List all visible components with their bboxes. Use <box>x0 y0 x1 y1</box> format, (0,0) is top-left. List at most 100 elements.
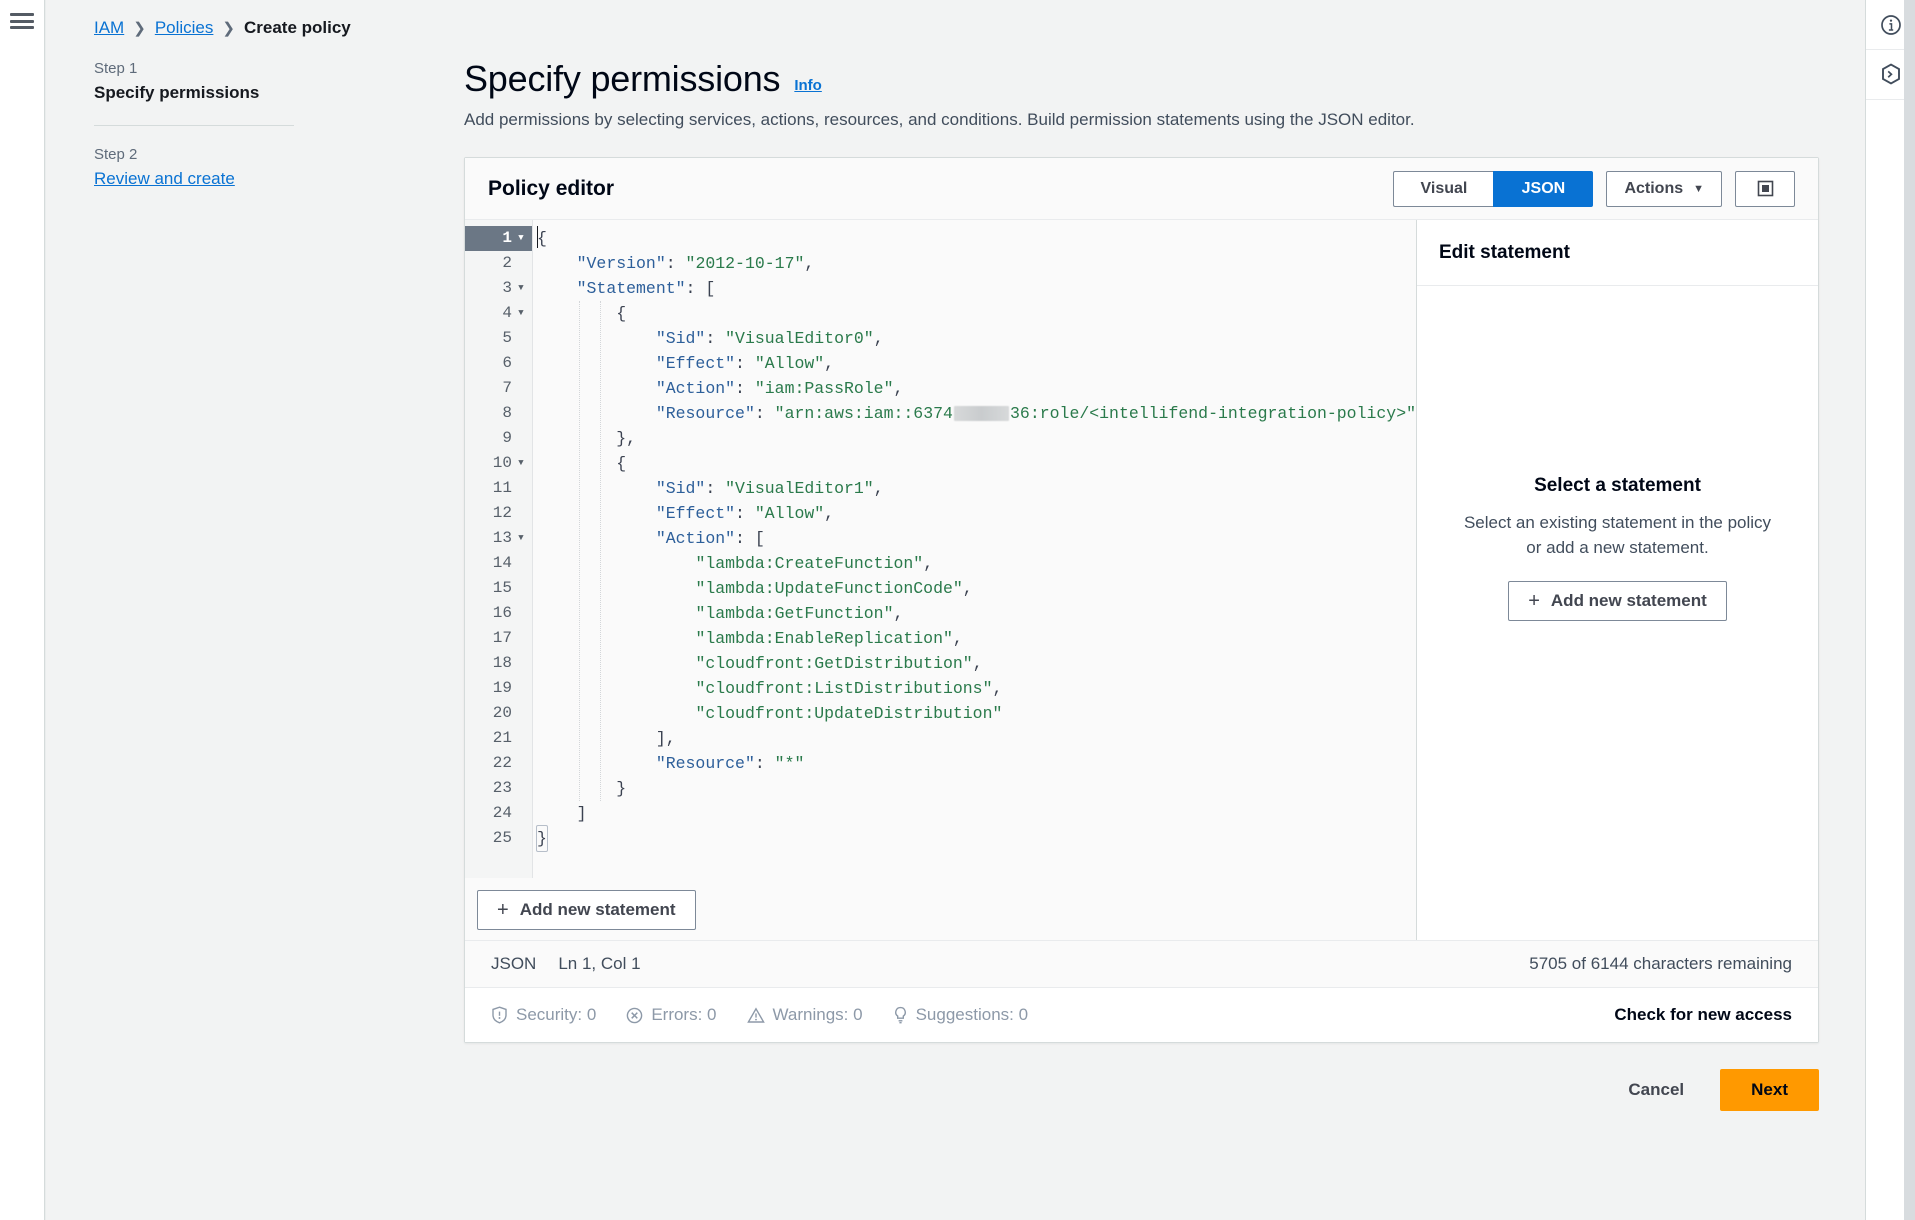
code-line[interactable]: "Resource": "*" <box>533 751 1416 776</box>
gutter-line[interactable]: 23▼ <box>465 776 532 801</box>
validation-warnings[interactable]: Warnings: 0 <box>746 1005 863 1025</box>
gutter-line[interactable]: 13 ▼ <box>465 526 532 551</box>
gutter-line[interactable]: 12▼ <box>465 501 532 526</box>
code-line[interactable]: ], <box>533 726 1416 751</box>
code-token-str: "Allow" <box>754 504 825 523</box>
fullscreen-button[interactable] <box>1735 170 1795 207</box>
step-2-title[interactable]: Review and create <box>94 169 344 189</box>
code-line[interactable]: "Action": "iam:PassRole", <box>533 376 1416 401</box>
gutter-line[interactable]: 4 ▼ <box>465 301 532 326</box>
code-line[interactable]: "Resource": "arn:aws:iam::6374 36:role/<i… <box>533 401 1416 426</box>
code-line[interactable]: { <box>533 451 1416 476</box>
check-for-new-access-link[interactable]: Check for new access <box>1614 1005 1792 1025</box>
line-number-gutter[interactable]: 1▼2▼3▼4▼5▼6▼7▼8▼9▼10▼11▼12▼13▼14▼15▼16▼1… <box>465 220 533 878</box>
gutter-line[interactable]: 14▼ <box>465 551 532 576</box>
code-line[interactable]: "Effect": "Allow", <box>533 501 1416 526</box>
gutter-line[interactable]: 22▼ <box>465 751 532 776</box>
code-token-key: "Sid" <box>655 479 706 498</box>
code-token-punc: , <box>804 254 815 273</box>
code-line[interactable]: "Statement": [ <box>533 276 1416 301</box>
info-link[interactable]: Info <box>794 77 822 100</box>
edit-statement-title: Edit statement <box>1439 241 1570 263</box>
validation-security[interactable]: Security: 0 <box>491 1005 596 1025</box>
code-fold-arrow-icon[interactable]: ▼ <box>516 301 526 326</box>
validation-errors-label: Errors: 0 <box>651 1005 717 1024</box>
gutter-line[interactable]: 15▼ <box>465 576 532 601</box>
fullscreen-icon <box>1757 180 1773 197</box>
gutter-line[interactable]: 11▼ <box>465 476 532 501</box>
code-line[interactable]: "cloudfront:UpdateDistribution" <box>533 701 1416 726</box>
code-token-punc: : [ <box>685 279 716 298</box>
code-fold-arrow-icon[interactable]: ▼ <box>516 526 526 551</box>
page-scrollbar[interactable] <box>1904 0 1915 1220</box>
gutter-line[interactable]: 7▼ <box>465 376 532 401</box>
code-fold-arrow-icon[interactable]: ▼ <box>516 226 526 251</box>
code-token-punc: : <box>705 479 726 498</box>
gutter-line[interactable]: 24▼ <box>465 801 532 826</box>
code-line[interactable]: "Version": "2012-10-17", <box>533 251 1416 276</box>
code-fold-arrow-icon[interactable]: ▼ <box>516 276 526 301</box>
gutter-line[interactable]: 17▼ <box>465 626 532 651</box>
editor-mode-toggle: Visual JSON <box>1393 170 1594 207</box>
validation-errors[interactable]: Errors: 0 <box>626 1005 717 1025</box>
gutter-line[interactable]: 18▼ <box>465 651 532 676</box>
code-line[interactable]: { <box>533 226 1416 251</box>
code-line[interactable]: "Sid": "VisualEditor0", <box>533 326 1416 351</box>
gutter-line[interactable]: 20▼ <box>465 701 532 726</box>
code-line[interactable]: "lambda:CreateFunction", <box>533 551 1416 576</box>
gutter-line[interactable]: 8▼ <box>465 401 532 426</box>
code-token-str: "cloudfront:UpdateDistribution" <box>695 704 1003 723</box>
code-line[interactable]: { <box>533 301 1416 326</box>
gutter-line[interactable]: 19▼ <box>465 676 532 701</box>
code-token-punc: , <box>824 354 835 373</box>
gutter-line[interactable]: 16▼ <box>465 601 532 626</box>
gutter-line[interactable]: 1 ▼ <box>465 226 532 251</box>
code-line[interactable]: "Action": [ <box>533 526 1416 551</box>
code-line[interactable]: "cloudfront:GetDistribution", <box>533 651 1416 676</box>
code-line[interactable]: }, <box>533 426 1416 451</box>
text-caret <box>537 226 538 248</box>
panel-add-new-statement-button[interactable]: + Add new statement <box>1508 580 1727 621</box>
gutter-line[interactable]: 10 ▼ <box>465 451 532 476</box>
tab-json-editor[interactable]: JSON <box>1493 170 1594 207</box>
gutter-line[interactable]: 21▼ <box>465 726 532 751</box>
gutter-line[interactable]: 6▼ <box>465 351 532 376</box>
editor-row: 1▼2▼3▼4▼5▼6▼7▼8▼9▼10▼11▼12▼13▼14▼15▼16▼1… <box>465 220 1818 940</box>
breadcrumb-item-iam[interactable]: IAM <box>94 18 124 38</box>
breadcrumb-item-policies[interactable]: Policies <box>155 18 214 38</box>
cancel-button[interactable]: Cancel <box>1618 1072 1694 1108</box>
gutter-line[interactable]: 5▼ <box>465 326 532 351</box>
gutter-line[interactable]: 2▼ <box>465 251 532 276</box>
validation-suggestions[interactable]: Suggestions: 0 <box>893 1005 1028 1025</box>
code-line[interactable]: "lambda:GetFunction", <box>533 601 1416 626</box>
code-line[interactable]: "Effect": "Allow", <box>533 351 1416 376</box>
next-button[interactable]: Next <box>1720 1069 1819 1111</box>
code-line[interactable]: "lambda:EnableReplication", <box>533 626 1416 651</box>
code-line[interactable]: ] <box>533 801 1416 826</box>
code-token-punc: } <box>616 779 627 798</box>
add-new-statement-button[interactable]: + Add new statement <box>477 889 696 930</box>
code-line[interactable]: "lambda:UpdateFunctionCode", <box>533 576 1416 601</box>
step-item-2[interactable]: Step 2 Review and create <box>94 146 344 189</box>
code-fold-arrow-icon[interactable]: ▼ <box>516 451 526 476</box>
code-line[interactable]: "Sid": "VisualEditor1", <box>533 476 1416 501</box>
code-content[interactable]: { "Version": "2012-10-17", "Statement": … <box>533 220 1416 878</box>
actions-button[interactable]: Actions ▼ <box>1606 170 1722 207</box>
code-line[interactable]: } <box>533 776 1416 801</box>
gutter-line[interactable]: 9▼ <box>465 426 532 451</box>
code-token-punc: : <box>754 404 775 423</box>
tab-visual-editor[interactable]: Visual <box>1393 170 1494 207</box>
code-token-punc: ] <box>576 804 587 823</box>
code-line[interactable]: } <box>533 825 1416 852</box>
gutter-line[interactable]: 3 ▼ <box>465 276 532 301</box>
code-token-key: "Resource" <box>655 404 755 423</box>
code-area[interactable]: 1▼2▼3▼4▼5▼6▼7▼8▼9▼10▼11▼12▼13▼14▼15▼16▼1… <box>465 220 1416 878</box>
hamburger-icon[interactable] <box>10 11 34 31</box>
code-line[interactable]: "cloudfront:ListDistributions", <box>533 676 1416 701</box>
gutter-line[interactable]: 25▼ <box>465 826 532 851</box>
edit-statement-header: Edit statement <box>1417 220 1818 286</box>
